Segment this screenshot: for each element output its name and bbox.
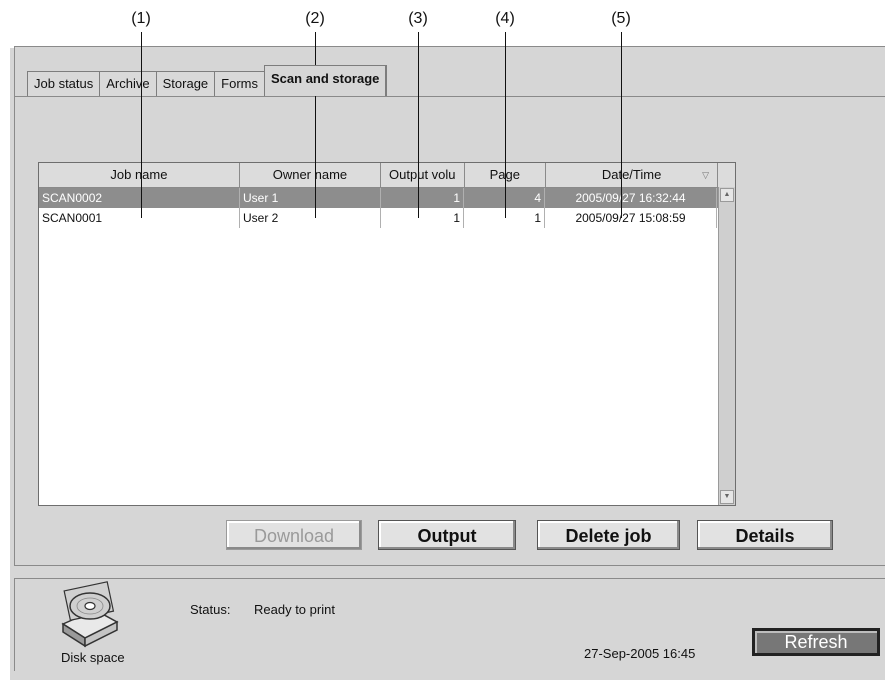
output-cell: 1	[381, 208, 464, 228]
table-row[interactable]: SCAN0001 User 2 1 1 2005/09/27 15:08:59	[39, 208, 735, 228]
job-name-cell: SCAN0001	[39, 208, 240, 228]
tab-storage[interactable]: Storage	[155, 71, 216, 96]
status-panel	[14, 578, 885, 671]
tab-job-status[interactable]: Job status	[27, 71, 101, 96]
callout-2: (2)	[305, 10, 325, 27]
status-label: Status:	[190, 602, 231, 617]
table-header: Job name Owner name Output volu Page Dat…	[39, 163, 735, 188]
tab-scan-and-storage[interactable]: Scan and storage	[264, 65, 388, 96]
datetime-cell: 2005/09/27 15:08:59	[545, 208, 717, 228]
details-button[interactable]: Details	[697, 520, 833, 550]
table-scrollbar[interactable]: ▲ ▼	[718, 187, 735, 505]
scroll-up-icon[interactable]: ▲	[720, 188, 734, 202]
column-header-output-volume[interactable]: Output volu	[381, 163, 465, 187]
column-header-date-time[interactable]: Date/Time ▽	[546, 163, 719, 187]
column-header-owner-name[interactable]: Owner name	[240, 163, 382, 187]
scroll-down-icon[interactable]: ▼	[720, 490, 734, 504]
job-table: Job name Owner name Output volu Page Dat…	[38, 162, 736, 506]
output-cell: 1	[381, 188, 464, 208]
callout-1: (1)	[131, 10, 151, 27]
scroll-header-spacer	[718, 163, 735, 187]
callout-line-4	[505, 32, 506, 218]
table-row[interactable]: SCAN0002 User 1 1 4 2005/09/27 16:32:44	[39, 188, 735, 208]
tab-forms[interactable]: Forms	[214, 71, 266, 96]
owner-cell: User 1	[240, 188, 381, 208]
refresh-button[interactable]: Refresh	[752, 628, 880, 656]
sort-descending-icon[interactable]: ▽	[702, 163, 709, 187]
disk-space-icon[interactable]	[55, 580, 125, 650]
date-time-header-label: Date/Time	[601, 167, 662, 182]
current-datetime: 27-Sep-2005 16:45	[584, 646, 696, 661]
tab-bar: Job status Archive Storage Forms Scan an…	[27, 65, 388, 96]
disk-space-label: Disk space	[61, 650, 125, 665]
tab-divider	[14, 96, 885, 97]
tab-archive[interactable]: Archive	[99, 71, 157, 96]
status-value: Ready to print	[254, 602, 335, 617]
column-header-job-name[interactable]: Job name	[39, 163, 240, 187]
callout-4: (4)	[495, 10, 515, 27]
delete-job-button[interactable]: Delete job	[537, 520, 680, 550]
callout-5: (5)	[611, 10, 631, 27]
download-button[interactable]: Download	[226, 520, 362, 550]
output-button[interactable]: Output	[378, 520, 516, 550]
callout-line-1	[141, 32, 142, 218]
datetime-cell: 2005/09/27 16:32:44	[545, 188, 717, 208]
callout-line-3	[418, 32, 419, 218]
job-name-cell: SCAN0002	[39, 188, 240, 208]
callout-line-5	[621, 32, 622, 218]
owner-cell: User 2	[240, 208, 381, 228]
callout-line-2	[315, 32, 316, 218]
callout-3: (3)	[408, 10, 428, 27]
